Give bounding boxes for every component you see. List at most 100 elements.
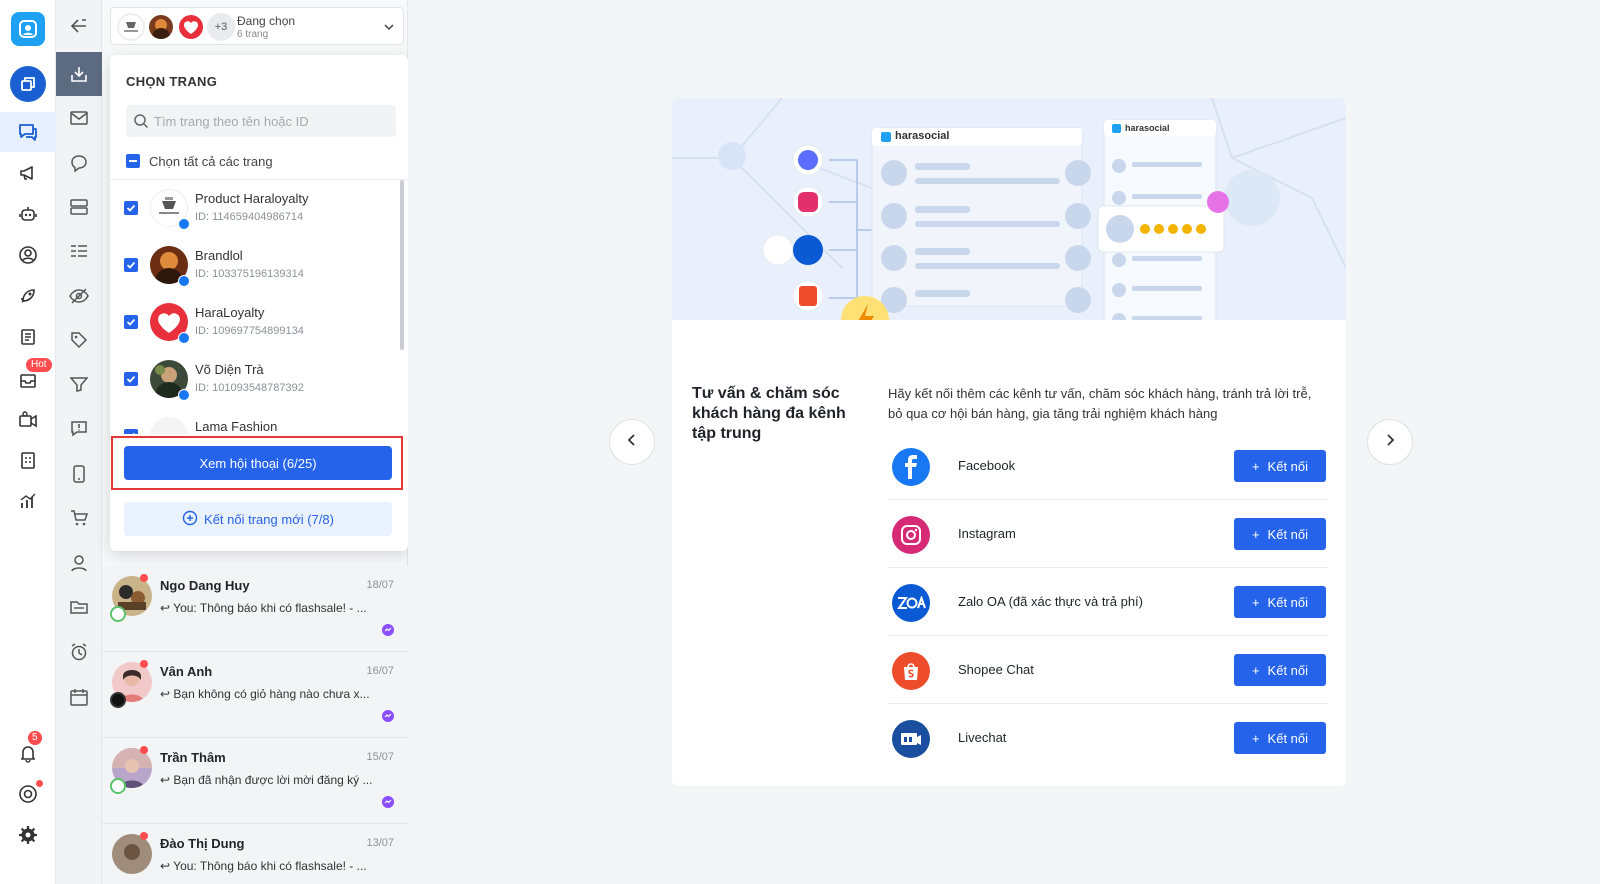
checkbox-checked-icon[interactable] (124, 315, 138, 329)
conversation-item[interactable]: Đào Thị Dung 13/07 ↩ You: Thông báo khi … (102, 824, 408, 884)
checkbox-checked-icon[interactable] (124, 429, 138, 434)
connect-facebook-button[interactable]: + Kết nối (1234, 450, 1326, 482)
mobile-phone-icon[interactable] (56, 452, 102, 496)
plus-icon: + (1251, 730, 1260, 746)
prev-slide-button[interactable] (609, 419, 655, 465)
tag-icon[interactable] (56, 318, 102, 362)
online-status-icon (110, 606, 126, 622)
channel-row-shopee: Shopee Chat + Kết nối (888, 636, 1328, 704)
bot-icon[interactable] (0, 194, 56, 234)
unread-dot (140, 660, 148, 668)
page-avatar (117, 13, 145, 41)
alarm-clock-icon[interactable] (56, 630, 102, 674)
eye-off-icon[interactable] (56, 274, 102, 318)
settings-gear-icon[interactable] (0, 815, 56, 855)
app-logo-icon[interactable] (11, 12, 45, 46)
page-option[interactable]: Brandlol ID: 103375196139314 (110, 237, 408, 293)
cart-icon[interactable] (56, 496, 102, 540)
zalo-oa-icon (892, 584, 930, 622)
checkbox-checked-icon[interactable] (124, 372, 138, 386)
analytics-icon[interactable] (0, 481, 56, 521)
select-all-pages[interactable]: Chọn tất cả các trang (126, 152, 273, 170)
hot-badge: Hot (26, 358, 52, 372)
page-search-box (126, 105, 396, 137)
page-selector[interactable]: +3 Đang chọn 6 trang (110, 7, 404, 45)
page-option[interactable]: Product Haraloyalty ID: 114659404986714 (110, 180, 408, 236)
card-description: Hãy kết nối thêm các kênh tư vấn, chăm s… (888, 386, 1312, 421)
page-option[interactable]: Võ Diện Trà ID: 101093548787392 (110, 351, 408, 407)
channel-row-zalo: Zalo OA (đã xác thực và trả phí) + Kết nố… (888, 568, 1328, 636)
page-search-input[interactable] (154, 105, 390, 137)
next-slide-button[interactable] (1367, 419, 1413, 465)
channel-row-instagram: Instagram + Kết nối (888, 500, 1328, 568)
inbox-tray-icon[interactable] (56, 52, 102, 96)
connect-label: Kết nối (1267, 526, 1309, 542)
report-icon[interactable] (0, 317, 56, 357)
plus-circle-icon (182, 510, 198, 529)
contact-name: Đào Thị Dung (160, 836, 245, 851)
conversation-item[interactable]: Ngo Dang Huy 18/07 ↩ You: Thông báo khi … (102, 566, 408, 652)
plus-icon: + (1251, 662, 1260, 678)
connect-label: Kết nối (1267, 594, 1309, 610)
megaphone-icon[interactable] (0, 153, 56, 193)
view-conversations-button[interactable]: Xem hội thoại (6/25) (124, 446, 392, 480)
connect-new-page-button[interactable]: Kết nối trang mới (7/8) (124, 502, 392, 536)
server-icon[interactable] (56, 185, 102, 229)
message-preview: ↩ Bạn không có giỏ hàng nào chưa x... (160, 687, 370, 701)
channel-name: Zalo OA (đã xác thực và trả phí) (958, 594, 1144, 609)
notification-count-badge: 5 (28, 731, 42, 745)
connect-shopee-button[interactable]: + Kết nối (1234, 654, 1326, 686)
rail-chat-icon[interactable] (0, 112, 56, 152)
page-list: Product Haraloyalty ID: 114659404986714 … (110, 180, 408, 434)
alert-message-icon[interactable] (56, 407, 102, 451)
app-window: Hot 5 Ngo Dang Huy 18/07 ↩ You: Thông bá… (0, 0, 1600, 884)
messenger-icon (382, 709, 394, 727)
hero-brand-label-small: harasocial (1125, 123, 1170, 133)
notification-bell-icon[interactable]: 5 (0, 731, 56, 773)
page-name: Brandlol (195, 248, 243, 263)
chevron-down-icon[interactable] (383, 20, 395, 38)
livechat-icon (892, 720, 930, 758)
calendar-icon[interactable] (56, 675, 102, 719)
filter-funnel-icon[interactable] (56, 362, 102, 406)
partial-checkbox-icon[interactable] (126, 154, 140, 168)
instagram-icon (892, 516, 930, 554)
page-option[interactable]: Lama Fashion (110, 408, 408, 434)
collapse-arrow-icon[interactable] (56, 4, 102, 48)
rocket-icon[interactable] (0, 276, 56, 316)
connect-zalo-button[interactable]: + Kết nối (1234, 586, 1326, 618)
video-call-icon[interactable] (0, 400, 56, 440)
connect-label: Kết nối (1267, 730, 1309, 746)
checkbox-checked-icon[interactable] (124, 258, 138, 272)
facebook-badge-icon (178, 275, 190, 287)
contact-name: Vân Anh (160, 664, 213, 679)
checklist-icon[interactable] (0, 440, 56, 480)
comment-bubble-icon[interactable] (56, 141, 102, 185)
channel-name: Shopee Chat (958, 662, 1034, 677)
checkbox-checked-icon[interactable] (124, 201, 138, 215)
rail-inbox-hot-icon[interactable]: Hot (0, 358, 56, 400)
support-unread-dot (36, 780, 43, 787)
conversation-item[interactable]: Vân Anh 16/07 ↩ Bạn không có giỏ hàng nà… (102, 652, 408, 738)
list-icon[interactable] (56, 230, 102, 274)
folder-icon[interactable] (56, 585, 102, 629)
page-id: ID: 114659404986714 (195, 211, 304, 223)
page-option[interactable]: HaraLoyalty ID: 109697754899134 (110, 294, 408, 350)
conversation-item[interactable]: Trần Thâm 15/07 ↩ Bạn đã nhận được lời m… (102, 738, 408, 824)
user-circle-icon[interactable] (0, 235, 56, 275)
channel-name: Instagram (958, 526, 1016, 541)
envelope-icon[interactable] (56, 96, 102, 140)
message-date: 16/07 (366, 665, 394, 677)
support-lifebuoy-icon[interactable] (0, 774, 56, 814)
message-date: 18/07 (366, 579, 394, 591)
connect-instagram-button[interactable]: + Kết nối (1234, 518, 1326, 550)
selector-subtitle: 6 trang (237, 29, 269, 40)
facebook-badge-icon (178, 332, 190, 344)
avatar (112, 834, 152, 874)
messenger-icon (382, 623, 394, 641)
rail-pages-icon[interactable] (0, 64, 56, 104)
list-scrollbar[interactable] (400, 180, 404, 350)
connect-livechat-button[interactable]: + Kết nối (1234, 722, 1326, 754)
person-icon[interactable] (56, 541, 102, 585)
messenger-icon (382, 795, 394, 813)
